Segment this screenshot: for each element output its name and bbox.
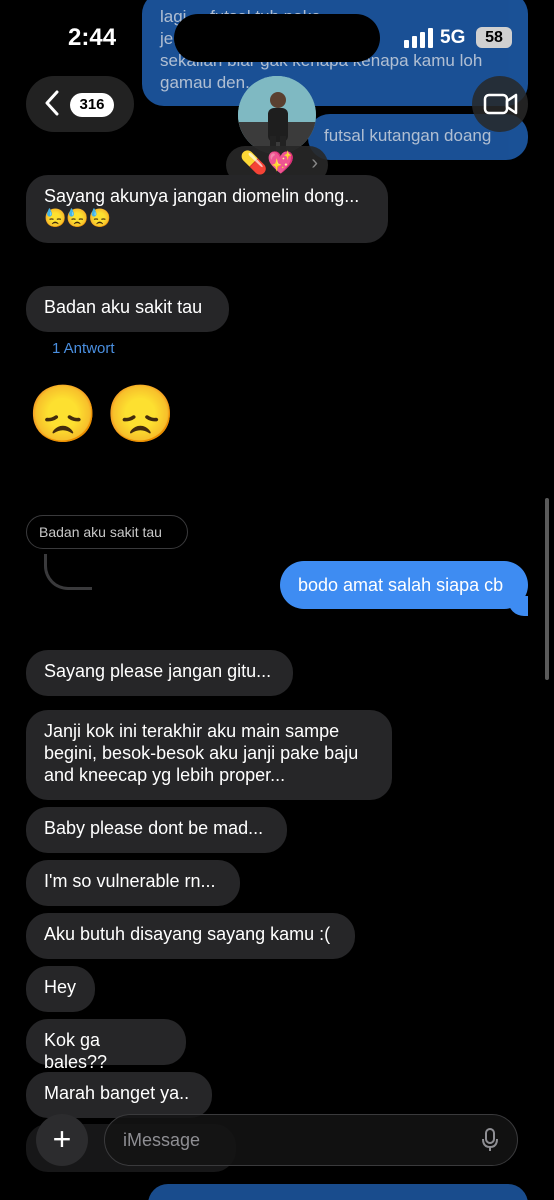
message-text: Baby please dont be mad... (44, 818, 264, 838)
network-label: 5G (440, 27, 466, 48)
contact-avatar[interactable] (238, 76, 316, 154)
video-call-button[interactable] (472, 76, 528, 132)
message-text: Sayang please jangan gitu... (44, 661, 272, 681)
message-text: begini, besok-besok aku janji pake baju (44, 743, 359, 763)
previous-message-line: gamau den... aku (160, 73, 292, 92)
received-message[interactable]: Badan aku sakit tau (26, 286, 229, 332)
message-input[interactable]: iMessage (104, 1114, 518, 1166)
thread-reply-link[interactable]: 1 Antwort (52, 340, 115, 357)
message-text: Marah banget ya.. (44, 1083, 190, 1103)
battery-icon: 58 (476, 27, 512, 48)
received-message[interactable]: Kok ga bales?? (26, 1019, 186, 1072)
reply-connector-line (44, 554, 92, 590)
sent-message-partial (148, 1184, 528, 1200)
received-message[interactable]: Aku butuh disayang sayang kamu :( (26, 913, 355, 959)
avatar-photo-icon (238, 76, 316, 154)
quoted-reply[interactable]: Badan aku sakit tau (26, 515, 188, 549)
received-message[interactable]: Hey (26, 966, 95, 1012)
chevron-right-icon: › (311, 152, 318, 174)
message-text: Aku butuh disayang sayang kamu :( (44, 924, 331, 944)
status-time: 2:44 (68, 24, 117, 51)
message-text: Badan aku sakit tau (44, 297, 203, 317)
add-attachment-button[interactable]: + (36, 1114, 88, 1166)
contact-emoji: 💊💖 (240, 150, 295, 175)
dynamic-island (174, 14, 380, 62)
received-message[interactable]: Janji kok ini terakhir aku main sampe be… (26, 710, 392, 800)
sent-message[interactable]: bodo amat salah siapa cb (280, 561, 528, 609)
received-message[interactable]: Marah banget ya.. (26, 1072, 212, 1118)
message-text: Janji kok ini terakhir aku main sampe (44, 721, 340, 741)
message-emoji: 😓😓😓 (44, 208, 112, 228)
received-message[interactable]: Baby please dont be mad... (26, 807, 287, 853)
microphone-icon[interactable] (482, 1128, 498, 1152)
message-text: Hey (44, 977, 77, 997)
scrollbar[interactable] (545, 498, 549, 680)
received-message[interactable]: Sayang akunya jangan diomelin dong... 😓😓… (26, 175, 388, 243)
emoji-message[interactable]: 😞😞 (28, 382, 183, 446)
received-message[interactable]: Sayang please jangan gitu... (26, 650, 293, 696)
received-message[interactable]: I'm so vulnerable rn... (26, 860, 240, 906)
message-text: I'm so vulnerable rn... (44, 871, 216, 891)
message-text: Sayang akunya jangan diomelin dong... (44, 186, 360, 206)
video-camera-icon (483, 93, 518, 115)
unread-count-badge: 316 (70, 93, 114, 117)
signal-icon (404, 28, 434, 48)
message-text: and kneecap yg lebih proper... (44, 765, 286, 785)
message-text: Kok ga bales?? (44, 1030, 108, 1072)
chevron-left-icon (45, 90, 59, 116)
